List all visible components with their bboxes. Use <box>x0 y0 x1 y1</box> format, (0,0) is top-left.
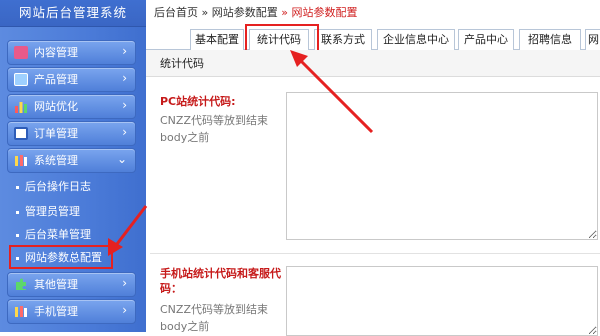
menu-label: 订单管理 <box>34 127 78 140</box>
submenu-operation-log[interactable]: 后台操作日志 <box>16 180 91 193</box>
tools-icon <box>14 154 28 167</box>
pc-stats-label: PC站统计代码: <box>160 95 236 108</box>
bullet-icon <box>16 185 19 189</box>
chevron-right-icon: › <box>122 44 127 58</box>
chevron-right-icon: › <box>122 276 127 290</box>
chevron-right-icon: › <box>122 303 127 317</box>
mobile-stats-hint: CNZZ代码等放到结束body之前 <box>160 303 268 333</box>
chevron-down-icon: ⌄ <box>116 152 127 166</box>
tab-company-info[interactable]: 企业信息中心 <box>377 29 455 50</box>
menu-label: 产品管理 <box>34 73 78 86</box>
product-icon <box>14 73 28 86</box>
menu-label: 手机管理 <box>34 305 78 318</box>
sidebar: 网站后台管理系统 内容管理 › 产品管理 › 网站优化 › 订单管理 › 系统管… <box>0 0 146 332</box>
tab-basic-config[interactable]: 基本配置 <box>190 29 244 50</box>
menu-label: 系统管理 <box>34 154 78 167</box>
mobile-stats-label: 手机站统计代码和客服代码： <box>160 267 281 295</box>
submenu-menu-management[interactable]: 后台菜单管理 <box>16 228 91 241</box>
tab-bar: 基本配置 统计代码 联系方式 企业信息中心 产品中心 招聘信息 网 <box>146 27 600 52</box>
puzzle-icon <box>14 278 28 291</box>
bullet-icon <box>16 233 19 237</box>
tab-contact[interactable]: 联系方式 <box>314 29 372 50</box>
panel-title: 统计代码 <box>146 50 600 77</box>
menu-label: 内容管理 <box>34 46 78 59</box>
menu-mobile-management[interactable]: 手机管理 › <box>7 299 136 324</box>
stats-code-form: PC站统计代码: CNZZ代码等放到结束body之前 手机站统计代码和客服代码：… <box>150 78 600 336</box>
menu-other-management[interactable]: 其他管理 › <box>7 272 136 297</box>
submenu-admin-management[interactable]: 管理员管理 <box>16 205 80 218</box>
pc-stats-code-input[interactable] <box>286 92 598 240</box>
row-divider <box>150 253 600 254</box>
breadcrumb-home[interactable]: 后台首页 <box>154 6 198 19</box>
pc-stats-hint: CNZZ代码等放到结束body之前 <box>160 114 268 144</box>
submenu-label: 后台操作日志 <box>25 180 91 193</box>
menu-site-optimization[interactable]: 网站优化 › <box>7 94 136 119</box>
order-icon <box>14 127 28 140</box>
breadcrumb-parent[interactable]: 网站参数配置 <box>212 6 278 19</box>
mobile-stats-code-input[interactable] <box>286 266 598 336</box>
menu-label: 其他管理 <box>34 278 78 291</box>
menu-order-management[interactable]: 订单管理 › <box>7 121 136 146</box>
chevron-right-icon: › <box>122 98 127 112</box>
menu-product-management[interactable]: 产品管理 › <box>7 67 136 92</box>
active-submenu-highlight <box>9 245 113 269</box>
chevron-right-icon: › <box>122 125 127 139</box>
chevron-right-icon: › <box>122 71 127 85</box>
submenu-label: 后台菜单管理 <box>25 228 91 241</box>
menu-content-management[interactable]: 内容管理 › <box>7 40 136 65</box>
submenu-label: 管理员管理 <box>25 205 80 218</box>
bullet-icon <box>16 210 19 214</box>
menu-label: 网站优化 <box>34 100 78 113</box>
menu-system-management[interactable]: 系统管理 ⌄ <box>7 148 136 173</box>
content-icon <box>14 46 28 59</box>
breadcrumb: 后台首页 » 网站参数配置 » 网站参数配置 <box>154 4 357 20</box>
app-title: 网站后台管理系统 <box>0 0 146 27</box>
tab-product-center[interactable]: 产品中心 <box>458 29 514 50</box>
breadcrumb-current: 网站参数配置 <box>291 6 358 19</box>
breadcrumb-separator: » <box>201 6 209 19</box>
breadcrumb-separator: » <box>281 6 288 19</box>
tools-icon <box>14 305 28 318</box>
tab-recruitment[interactable]: 招聘信息 <box>519 29 581 50</box>
tab-more[interactable]: 网 <box>585 29 600 50</box>
bar-chart-icon <box>14 100 28 113</box>
